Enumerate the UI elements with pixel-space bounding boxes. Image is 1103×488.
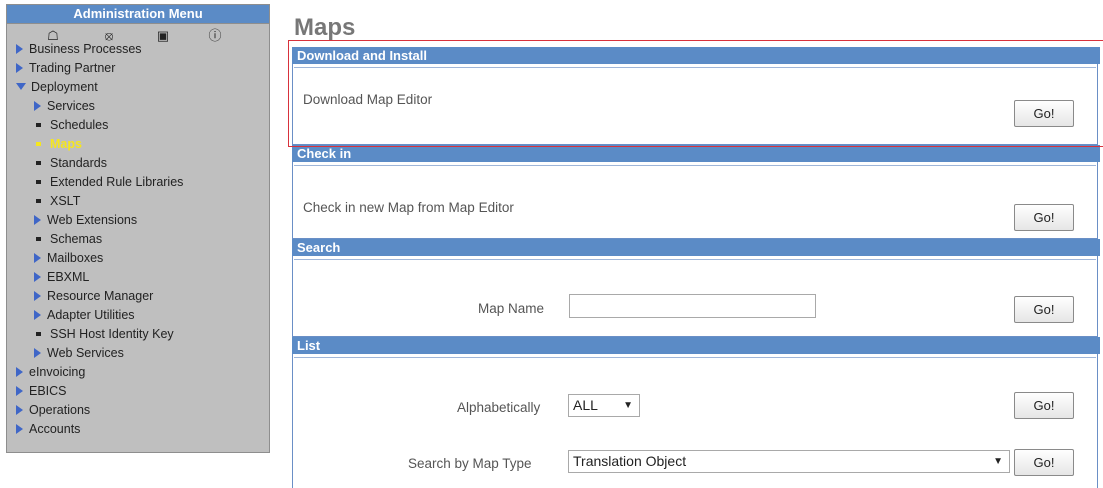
menu-item-xslt[interactable]: XSLT xyxy=(7,192,269,211)
administration-menu-title: Administration Menu xyxy=(7,5,269,24)
download-map-editor-label: Download Map Editor xyxy=(303,92,433,107)
dropdown-arrow-icon: ▼ xyxy=(993,456,1003,467)
administration-menu: Administration Menu ☖ ⦻ ▣ ⓘ Business Pro… xyxy=(6,4,270,453)
menu-item-mailboxes[interactable]: Mailboxes xyxy=(7,249,269,268)
section-header-search: Search xyxy=(292,239,1100,256)
checkin-panel: Check in new Map from Map Editor Go! xyxy=(292,162,1098,239)
menu-icon-row: ☖ ⦻ ▣ ⓘ xyxy=(7,24,269,46)
expand-arrow-icon xyxy=(16,63,23,73)
menu-item-web-extensions[interactable]: Web Extensions xyxy=(7,211,269,230)
map-type-selected-value: Translation Object xyxy=(573,453,687,469)
menu-item-label: SSH Host Identity Key xyxy=(50,327,174,341)
menu-item-standards[interactable]: Standards xyxy=(7,154,269,173)
menu-item-schedules[interactable]: Schedules xyxy=(7,116,269,135)
menu-item-einvoicing[interactable]: eInvoicing xyxy=(7,363,269,382)
bullet-icon xyxy=(36,123,41,127)
section-header-list: List xyxy=(292,337,1100,354)
download-panel: Download Map Editor Go! xyxy=(292,64,1098,145)
global-icon[interactable]: ⦻ xyxy=(102,29,116,43)
expand-arrow-icon xyxy=(34,291,41,301)
expand-arrow-icon xyxy=(16,424,23,434)
menu-item-label: Extended Rule Libraries xyxy=(50,175,184,189)
expand-arrow-icon xyxy=(34,101,41,111)
check-in-map-label: Check in new Map from Map Editor xyxy=(303,200,514,215)
menu-item-operations[interactable]: Operations xyxy=(7,401,269,420)
menu-item-resource-manager[interactable]: Resource Manager xyxy=(7,287,269,306)
menu-item-label: Maps xyxy=(50,137,82,151)
menu-item-label: Schedules xyxy=(50,118,109,132)
menu-item-accounts[interactable]: Accounts xyxy=(7,420,269,439)
menu-item-label: Deployment xyxy=(31,80,98,94)
search-panel: Map Name Go! xyxy=(292,256,1098,337)
menu-item-schemas[interactable]: Schemas xyxy=(7,230,269,249)
menu-item-label: Standards xyxy=(50,156,107,170)
alphabetically-label: Alphabetically xyxy=(457,400,541,415)
section-header-download-and-install: Download and Install xyxy=(292,47,1100,64)
menu-item-services[interactable]: Services xyxy=(7,97,269,116)
add-icon[interactable]: ▣ xyxy=(156,29,170,43)
expand-arrow-icon xyxy=(34,348,41,358)
expand-arrow-icon xyxy=(34,272,41,282)
map-type-go-button[interactable]: Go! xyxy=(1014,449,1074,476)
menu-item-ebxml[interactable]: EBXML xyxy=(7,268,269,287)
menu-item-label: Web Services xyxy=(47,346,124,360)
menu-item-maps[interactable]: Maps xyxy=(7,135,269,154)
alphabetically-go-button[interactable]: Go! xyxy=(1014,392,1074,419)
menu-item-label: eInvoicing xyxy=(29,365,86,379)
bullet-icon xyxy=(36,142,41,146)
menu-item-ebics[interactable]: EBICS xyxy=(7,382,269,401)
menu-item-label: EBXML xyxy=(47,270,90,284)
expand-arrow-icon xyxy=(16,405,23,415)
menu-item-label: Operations xyxy=(29,403,91,417)
collapse-arrow-icon xyxy=(16,83,26,90)
bullet-icon xyxy=(36,237,41,241)
alphabetically-selected-value: ALL xyxy=(573,397,598,413)
download-go-button[interactable]: Go! xyxy=(1014,100,1074,127)
map-name-input[interactable] xyxy=(569,294,816,318)
bullet-icon xyxy=(36,332,41,336)
home-icon[interactable]: ☖ xyxy=(46,29,60,43)
menu-item-label: Mailboxes xyxy=(47,251,104,265)
page-title: Maps xyxy=(294,14,356,41)
menu-item-label: XSLT xyxy=(50,194,81,208)
menu-item-label: Services xyxy=(47,99,95,113)
menu-item-adapter-utilities[interactable]: Adapter Utilities xyxy=(7,306,269,325)
menu-item-label: Accounts xyxy=(29,422,81,436)
expand-arrow-icon xyxy=(16,386,23,396)
checkin-go-button[interactable]: Go! xyxy=(1014,204,1074,231)
expand-arrow-icon xyxy=(16,367,23,377)
menu-item-ssh-host-identity-key[interactable]: SSH Host Identity Key xyxy=(7,325,269,344)
expand-arrow-icon xyxy=(34,215,41,225)
map-type-select[interactable]: Translation Object ▼ xyxy=(568,450,1010,473)
menu-item-extended-rule-libraries[interactable]: Extended Rule Libraries xyxy=(7,173,269,192)
menu-item-label: Resource Manager xyxy=(47,289,154,303)
alphabetically-select[interactable]: ALL ▼ xyxy=(568,394,640,417)
expand-arrow-icon xyxy=(34,310,41,320)
section-header-check-in: Check in xyxy=(292,145,1100,162)
list-panel: Alphabetically ALL ▼ Go! Search by Map T… xyxy=(292,354,1098,488)
menu-item-label: Web Extensions xyxy=(47,213,138,227)
menu-item-label: EBICS xyxy=(29,384,67,398)
menu-item-web-services[interactable]: Web Services xyxy=(7,344,269,363)
search-go-button[interactable]: Go! xyxy=(1014,296,1074,323)
bullet-icon xyxy=(36,161,41,165)
bullet-icon xyxy=(36,180,41,184)
menu-list: Business Processes Trading Partner Deplo… xyxy=(7,40,269,439)
search-by-map-type-label: Search by Map Type xyxy=(408,456,532,471)
expand-arrow-icon xyxy=(34,253,41,263)
menu-item-deployment[interactable]: Deployment xyxy=(7,78,269,97)
menu-item-label: Adapter Utilities xyxy=(47,308,135,322)
menu-item-trading-partner[interactable]: Trading Partner xyxy=(7,59,269,78)
menu-item-label: Schemas xyxy=(50,232,103,246)
map-name-label: Map Name xyxy=(478,301,545,316)
help-icon[interactable]: ⓘ xyxy=(208,29,222,43)
menu-item-label: Trading Partner xyxy=(29,61,116,75)
bullet-icon xyxy=(36,199,41,203)
dropdown-arrow-icon: ▼ xyxy=(623,400,633,411)
